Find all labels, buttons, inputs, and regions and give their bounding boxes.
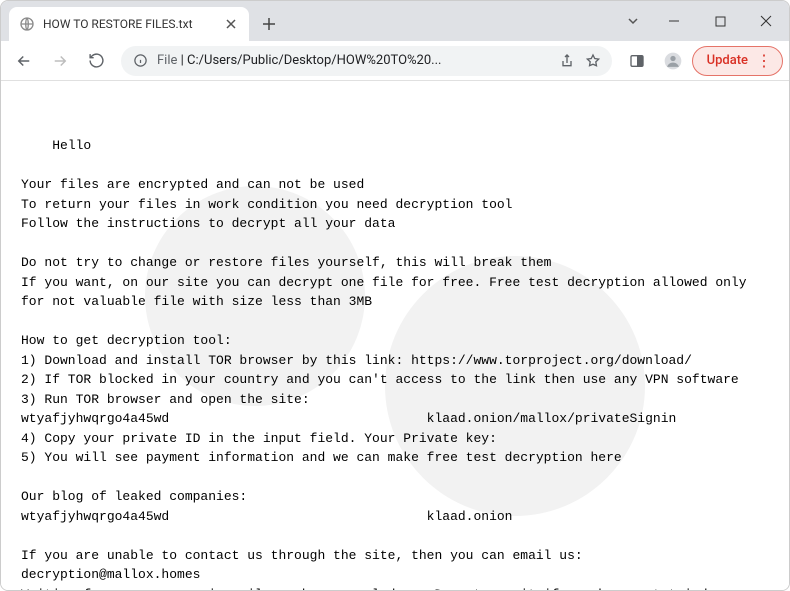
- forward-button[interactable]: [43, 44, 77, 78]
- titlebar: HOW TO RESTORE FILES.txt: [1, 1, 789, 41]
- side-panel-icon[interactable]: [620, 44, 654, 78]
- close-window-button[interactable]: [743, 1, 789, 41]
- document-text: Hello Your files are encrypted and can n…: [21, 138, 754, 590]
- minimize-button[interactable]: [651, 1, 697, 41]
- new-tab-button[interactable]: [255, 10, 283, 38]
- address-text: File | C:/Users/Public/Desktop/HOW%20TO%…: [157, 53, 550, 68]
- window-controls: [615, 1, 789, 41]
- info-icon[interactable]: [131, 52, 149, 70]
- reload-button[interactable]: [79, 44, 113, 78]
- maximize-button[interactable]: [697, 1, 743, 41]
- back-button[interactable]: [7, 44, 41, 78]
- browser-tab[interactable]: HOW TO RESTORE FILES.txt: [9, 7, 249, 41]
- menu-dots-icon: ⋮: [756, 51, 772, 70]
- bookmark-star-icon[interactable]: [584, 52, 602, 70]
- update-button[interactable]: Update ⋮: [692, 46, 783, 76]
- globe-icon: [19, 16, 35, 32]
- page-content: Hello Your files are encrypted and can n…: [1, 81, 789, 590]
- tab-search-chevron-icon[interactable]: [615, 1, 651, 41]
- update-label: Update: [707, 53, 748, 68]
- tab-title: HOW TO RESTORE FILES.txt: [43, 17, 215, 31]
- profile-avatar-icon[interactable]: [656, 44, 690, 78]
- browser-window: HOW TO RESTORE FILES.txt: [0, 0, 790, 591]
- address-bar[interactable]: File | C:/Users/Public/Desktop/HOW%20TO%…: [121, 46, 612, 76]
- share-icon[interactable]: [558, 52, 576, 70]
- close-tab-icon[interactable]: [223, 16, 239, 32]
- toolbar: File | C:/Users/Public/Desktop/HOW%20TO%…: [1, 41, 789, 81]
